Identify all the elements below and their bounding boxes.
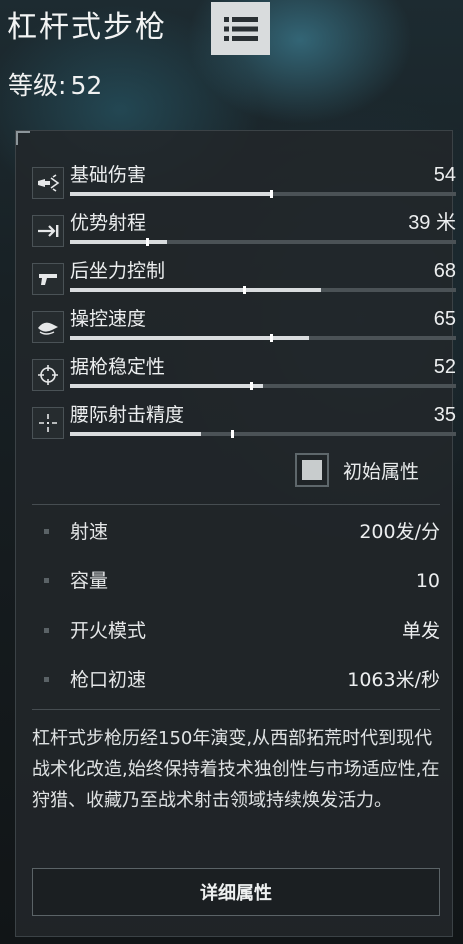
spec-capacity: 容量 10 (32, 566, 440, 596)
stat-bar-marker (231, 430, 235, 438)
stat-bar-fill (70, 240, 167, 244)
spec-fire-mode: 开火模式 单发 (32, 616, 440, 646)
stat-bar-fill (70, 432, 202, 436)
spec-value: 200发/分 (359, 521, 440, 543)
spec-fire-rate: 射速 200发/分 (32, 517, 440, 547)
divider (32, 504, 440, 505)
stat-label: 基础伤害 (70, 164, 147, 186)
menu-button[interactable] (211, 2, 270, 55)
stat-effective-range: 优势射程 39 米 (32, 209, 456, 253)
spec-label: 射速 (70, 521, 109, 543)
stat-bar-marker (242, 286, 246, 294)
stat-value: 39 米 (408, 212, 456, 234)
stat-bar (70, 334, 456, 342)
initial-attributes-toggle[interactable]: 初始属性 (295, 453, 419, 487)
stat-bar-fill (70, 288, 321, 292)
checkbox-checked-mark (302, 460, 322, 480)
spec-muzzle-velocity: 枪口初速 1063米/秒 (32, 665, 440, 695)
bullet-point-icon (44, 628, 49, 633)
stat-hipfire-accuracy: 腰际射击精度 35 (32, 401, 456, 445)
bullet-point-icon (44, 529, 49, 534)
stat-aim-stability: 据枪稳定性 52 (32, 353, 456, 397)
stat-label: 腰际射击精度 (70, 404, 185, 426)
stat-value: 52 (433, 356, 456, 378)
spec-value: 单发 (401, 620, 440, 642)
stat-bar (70, 430, 456, 438)
weapon-stats-panel: 基础伤害 54 优势射程 39 米 后坐力控制 68 操控速度 65 据枪稳定性… (15, 130, 456, 937)
stat-bar (70, 190, 456, 198)
stat-base-damage: 基础伤害 54 (32, 161, 456, 205)
stat-recoil-control: 后坐力控制 68 (32, 257, 456, 301)
list-icon (223, 16, 258, 41)
level-label: 等级: (8, 71, 67, 100)
bullet-point-icon (44, 677, 49, 682)
stat-bar-marker (146, 238, 150, 246)
hipfire-crosshair-icon (32, 407, 64, 439)
initial-attributes-checkbox[interactable] (295, 453, 329, 487)
bullet-point-icon (44, 578, 49, 583)
stat-bar-marker (269, 334, 273, 342)
stat-value: 54 (433, 164, 456, 186)
weapon-description: 杠杆式步枪历经150年演变,从西部拓荒时代到现代战术化改造,始终保持着技术独创性… (32, 728, 440, 811)
level-display: 等级: 52 (8, 70, 102, 102)
stat-handling-speed: 操控速度 65 (32, 305, 456, 349)
crosshair-circle-icon (32, 359, 64, 391)
stat-bar (70, 238, 456, 246)
level-value: 52 (70, 71, 103, 100)
initial-attributes-label: 初始属性 (343, 460, 420, 483)
pistol-recoil-icon (32, 263, 64, 295)
divider (32, 709, 440, 710)
spec-label: 容量 (70, 570, 109, 592)
handling-icon (32, 311, 64, 343)
weapon-title: 杠杆式步枪 (7, 10, 167, 45)
stat-label: 据枪稳定性 (70, 356, 166, 378)
stat-bar-fill (70, 384, 263, 388)
stat-bar-marker (250, 382, 254, 390)
spec-value: 10 (415, 570, 440, 592)
stat-bar (70, 286, 456, 294)
stat-value: 68 (433, 260, 456, 282)
stat-value: 65 (433, 308, 456, 330)
stat-bar-fill (70, 192, 271, 196)
bullet-damage-icon (32, 167, 64, 199)
stat-label: 后坐力控制 (70, 260, 166, 282)
stat-bar-fill (70, 336, 310, 340)
detail-attributes-button[interactable]: 详细属性 (32, 868, 440, 916)
spec-label: 枪口初速 (70, 669, 147, 691)
spec-label: 开火模式 (70, 620, 147, 642)
range-arrow-icon (32, 215, 64, 247)
stat-bar-marker (269, 190, 273, 198)
stat-value: 35 (433, 404, 456, 426)
stat-label: 优势射程 (70, 212, 147, 234)
stat-label: 操控速度 (70, 308, 147, 330)
stat-bar (70, 382, 456, 390)
spec-value: 1063米/秒 (347, 669, 440, 691)
